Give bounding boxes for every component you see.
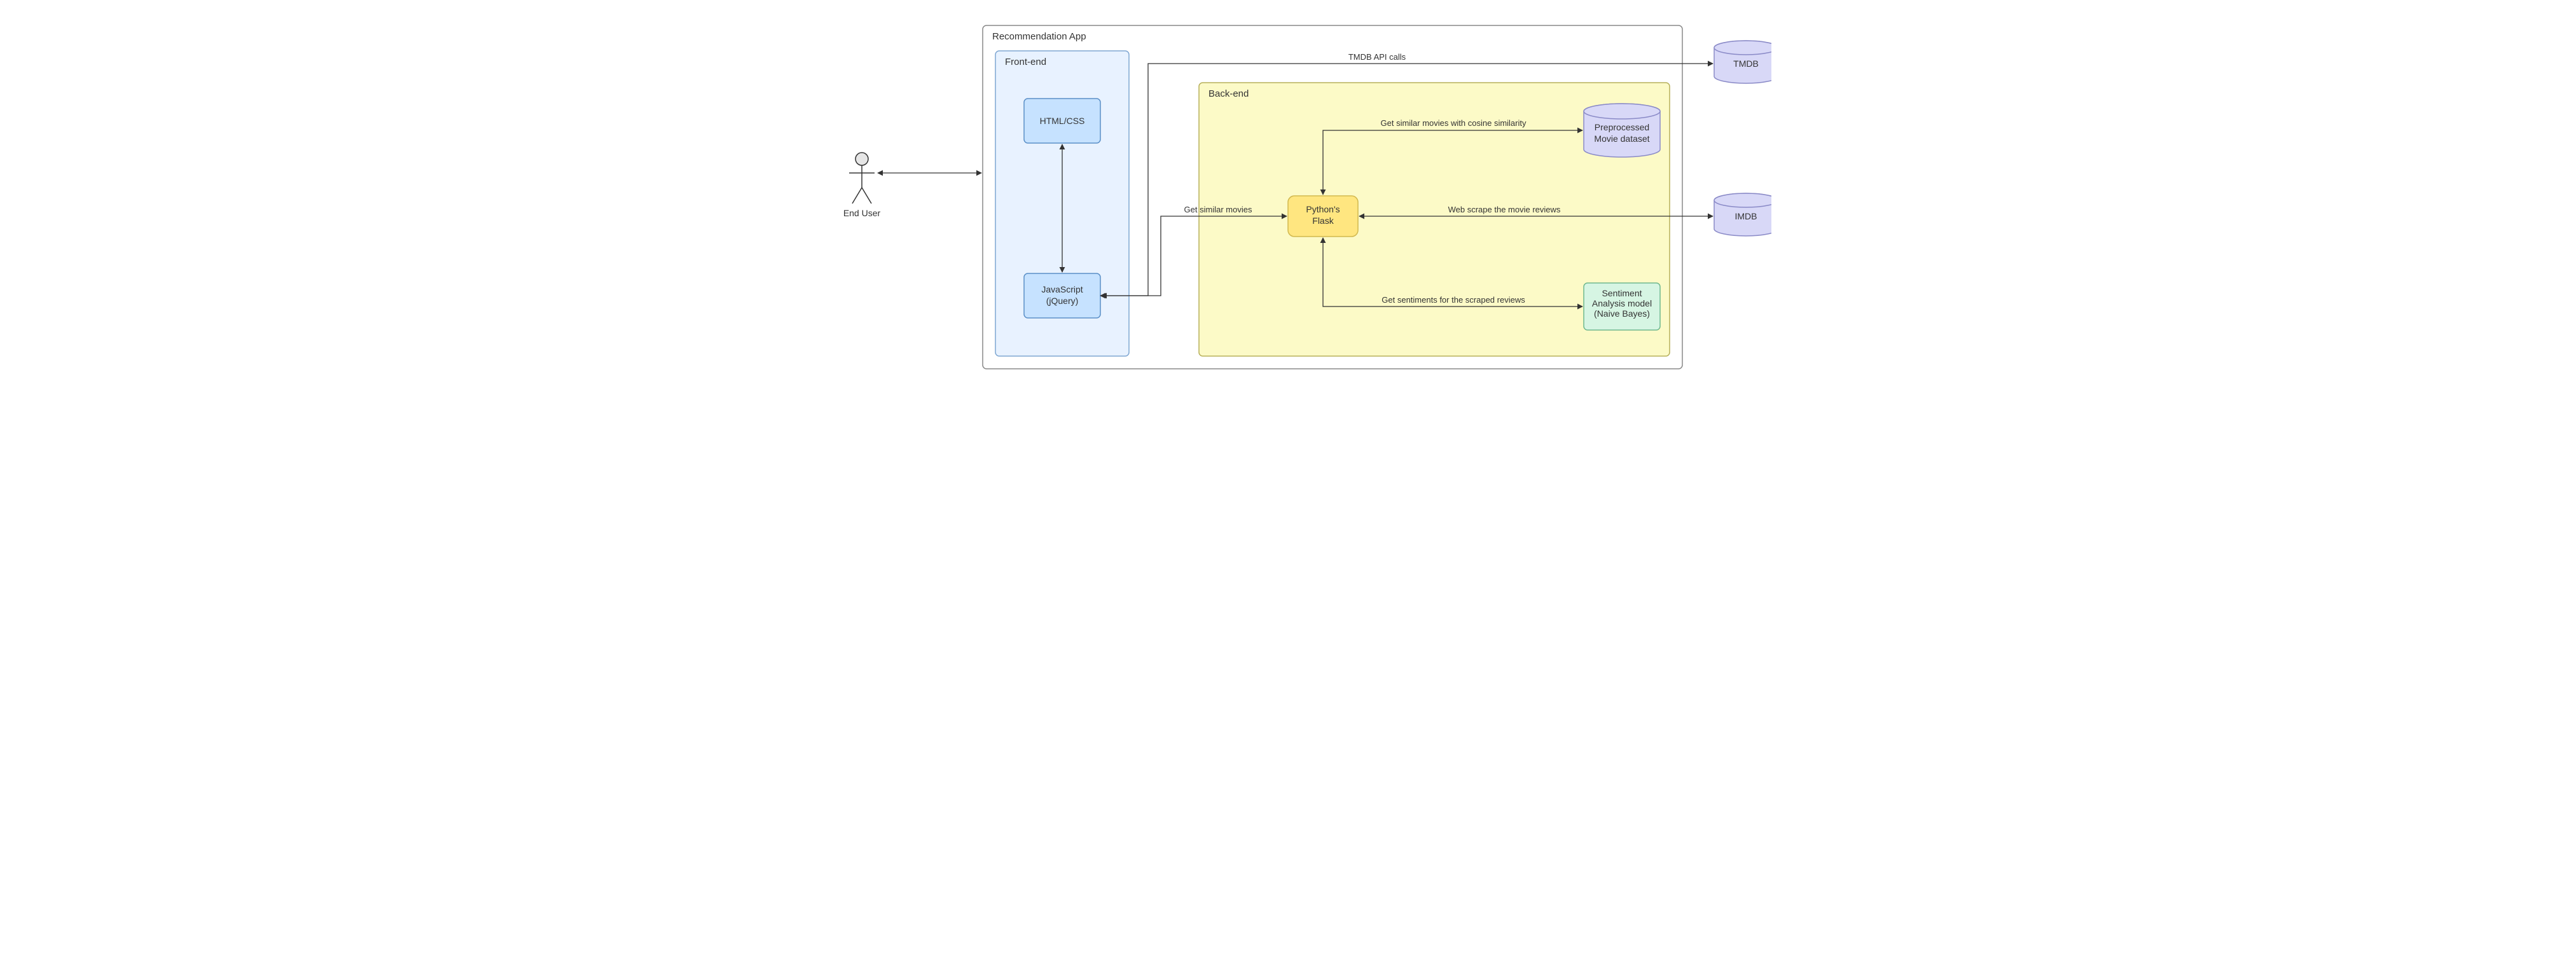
container-frontend-label: Front-end bbox=[1005, 57, 1046, 67]
node-imdb-label: IMDB bbox=[1735, 211, 1757, 221]
node-imdb: IMDB bbox=[1714, 193, 1771, 236]
container-backend-label: Back-end bbox=[1208, 88, 1249, 99]
actor-end-user: End User bbox=[843, 153, 881, 218]
node-javascript-line2: (jQuery) bbox=[1046, 296, 1079, 306]
node-sentiment-line1: Sentiment bbox=[1602, 288, 1642, 298]
edge-tmdb-api-label: TMDB API calls bbox=[1348, 52, 1406, 62]
node-preprocessed-line2: Movie dataset bbox=[1594, 134, 1649, 144]
edge-scrape-label: Web scrape the movie reviews bbox=[1448, 205, 1561, 214]
edge-similar-movies-label: Get similar movies bbox=[1184, 205, 1252, 214]
node-tmdb: TMDB bbox=[1714, 41, 1771, 83]
node-javascript: JavaScript (jQuery) bbox=[1024, 273, 1100, 318]
node-sentiment-model: Sentiment Analysis model (Naive Bayes) bbox=[1584, 283, 1660, 330]
node-flask-line2: Flask bbox=[1312, 216, 1334, 226]
edge-sentiments-label: Get sentiments for the scraped reviews bbox=[1381, 295, 1525, 305]
architecture-diagram: End User Recommendation App Front-end Ba… bbox=[805, 13, 1771, 382]
node-preprocessed-dataset: Preprocessed Movie dataset bbox=[1584, 104, 1660, 157]
container-app-label: Recommendation App bbox=[992, 31, 1086, 42]
edge-cosine-label: Get similar movies with cosine similarit… bbox=[1381, 118, 1527, 128]
node-htmlcss: HTML/CSS bbox=[1024, 99, 1100, 143]
node-javascript-line1: JavaScript bbox=[1041, 284, 1083, 294]
node-preprocessed-line1: Preprocessed bbox=[1595, 122, 1649, 132]
node-flask-line1: Python's bbox=[1306, 204, 1340, 214]
node-sentiment-line2: Analysis model bbox=[1592, 298, 1652, 308]
node-sentiment-line3: (Naive Bayes) bbox=[1594, 308, 1650, 319]
node-tmdb-label: TMDB bbox=[1733, 59, 1759, 69]
node-flask: Python's Flask bbox=[1288, 196, 1358, 237]
actor-label: End User bbox=[843, 208, 881, 218]
node-htmlcss-label: HTML/CSS bbox=[1040, 116, 1085, 126]
